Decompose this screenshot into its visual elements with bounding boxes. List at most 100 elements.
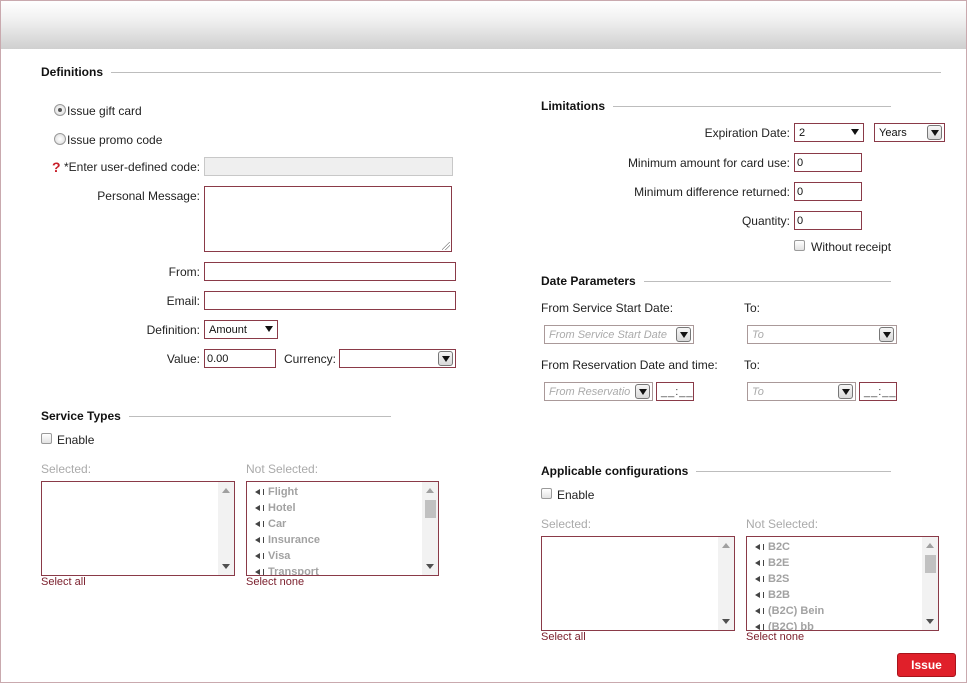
min-amount-input[interactable]: 0	[794, 153, 862, 172]
issue-promo-code-label: Issue promo code	[67, 133, 163, 147]
help-icon[interactable]: ?	[52, 159, 61, 175]
reservation-to-date-picker[interactable]: To	[747, 382, 856, 401]
applicable-configs-section-title: Applicable configurations	[541, 464, 891, 478]
quantity-input[interactable]: 0	[794, 211, 862, 230]
service-types-not-selected-label: Not Selected:	[246, 462, 319, 476]
applicable-configs-enable-checkbox[interactable]	[541, 488, 552, 499]
service-types-not-selected-list[interactable]: Flight Hotel Car Insurance Visa Transpor…	[246, 481, 439, 576]
service-types-selected-list[interactable]	[41, 481, 235, 576]
applicable-configs-title-text: Applicable configurations	[541, 464, 689, 478]
move-left-icon	[755, 624, 760, 630]
dropdown-button-icon[interactable]	[438, 351, 453, 366]
list-item[interactable]: B2B	[755, 589, 790, 601]
min-amount-label: Minimum amount for card use:	[627, 156, 790, 170]
scrollbar[interactable]	[718, 537, 734, 630]
dropdown-button-icon[interactable]	[927, 125, 942, 140]
dropdown-button-icon[interactable]	[635, 384, 650, 399]
date-parameters-title-text: Date Parameters	[541, 274, 636, 288]
service-types-select-all-link[interactable]: Select all	[41, 576, 86, 588]
scroll-down-icon[interactable]	[926, 619, 934, 624]
scrollbar[interactable]	[218, 482, 234, 575]
expiration-value-select[interactable]: 2	[794, 123, 864, 142]
service-start-placeholder: From Service Start Date	[549, 329, 667, 341]
list-item[interactable]: B2S	[755, 573, 789, 585]
email-input[interactable]	[204, 291, 456, 310]
service-start-date-picker[interactable]: From Service Start Date	[544, 325, 694, 344]
limitations-title-text: Limitations	[541, 99, 606, 113]
scroll-down-icon[interactable]	[426, 564, 434, 569]
scroll-down-icon[interactable]	[722, 619, 730, 624]
dropdown-button-icon[interactable]	[838, 384, 853, 399]
definitions-section-title: Definitions	[41, 65, 941, 79]
applicable-configs-selected-list[interactable]	[541, 536, 735, 631]
scroll-up-icon[interactable]	[722, 543, 730, 548]
currency-select[interactable]	[339, 349, 456, 368]
user-code-input[interactable]	[204, 157, 453, 176]
dropdown-button-icon[interactable]	[879, 327, 894, 342]
move-left-icon	[255, 537, 260, 543]
reservation-date-picker[interactable]: From Reservatio	[544, 382, 653, 401]
expiration-unit-select[interactable]: Years	[874, 123, 945, 142]
list-item[interactable]: (B2C) bb	[755, 621, 814, 630]
definitions-title-text: Definitions	[41, 65, 103, 79]
move-left-icon	[255, 489, 260, 495]
currency-label: Currency:	[284, 352, 337, 366]
scroll-up-icon[interactable]	[426, 488, 434, 493]
list-item[interactable]: B2E	[755, 557, 789, 569]
expiration-value: 2	[799, 127, 806, 139]
resize-grip-icon[interactable]	[442, 242, 450, 250]
move-left-icon	[755, 592, 760, 598]
list-item[interactable]: Transport	[255, 566, 319, 575]
personal-message-label: Personal Message:	[97, 189, 200, 203]
move-left-icon	[755, 576, 760, 582]
applicable-configs-select-all-link[interactable]: Select all	[541, 631, 586, 643]
expiration-date-label: Expiration Date:	[704, 126, 790, 140]
section-divider	[128, 415, 391, 417]
list-item[interactable]: Hotel	[255, 502, 296, 514]
section-divider	[643, 280, 891, 282]
issue-button[interactable]: Issue	[897, 653, 956, 677]
quantity-label: Quantity:	[741, 214, 790, 228]
service-types-enable-label: Enable	[57, 433, 95, 447]
applicable-configs-enable-label: Enable	[557, 488, 595, 502]
service-to-date-picker[interactable]: To	[747, 325, 897, 344]
dropdown-button-icon[interactable]	[676, 327, 691, 342]
service-types-enable-checkbox[interactable]	[41, 433, 52, 444]
list-item[interactable]: Flight	[255, 486, 298, 498]
service-to-placeholder: To	[752, 329, 764, 341]
service-types-select-none-link[interactable]: Select none	[246, 576, 304, 588]
issue-gift-card-radio[interactable]	[54, 104, 66, 116]
service-types-selected-label: Selected:	[41, 462, 92, 476]
value-input[interactable]: 0.00	[204, 349, 276, 368]
without-receipt-label: Without receipt	[811, 240, 892, 254]
definition-select[interactable]: Amount	[204, 320, 278, 339]
applicable-configs-not-selected-list[interactable]: B2C B2E B2S B2B (B2C) Bein (B2C) bb	[746, 536, 939, 631]
scroll-up-icon[interactable]	[222, 488, 230, 493]
expiration-unit-value: Years	[879, 127, 907, 139]
reservation-time-input[interactable]: __:__	[656, 382, 694, 401]
top-header-bar	[1, 1, 966, 49]
scrollbar[interactable]	[422, 482, 438, 575]
without-receipt-checkbox[interactable]	[794, 240, 805, 251]
scroll-up-icon[interactable]	[926, 543, 934, 548]
chevron-down-icon	[851, 129, 859, 135]
email-label: Email:	[166, 294, 200, 308]
reservation-to-time-input[interactable]: __:__	[859, 382, 897, 401]
from-input[interactable]	[204, 262, 456, 281]
min-diff-input[interactable]: 0	[794, 182, 862, 201]
issue-promo-code-radio[interactable]	[54, 133, 66, 145]
user-code-label: *Enter user-defined code:	[64, 160, 201, 174]
list-item[interactable]: Visa	[255, 550, 290, 562]
list-item[interactable]: Car	[255, 518, 286, 530]
scroll-thumb[interactable]	[925, 555, 936, 573]
scroll-down-icon[interactable]	[222, 564, 230, 569]
applicable-configs-select-none-link[interactable]: Select none	[746, 631, 804, 643]
list-item[interactable]: (B2C) Bein	[755, 605, 824, 617]
list-item[interactable]: B2C	[755, 541, 790, 553]
service-to-label: To:	[744, 301, 761, 315]
scrollbar[interactable]	[922, 537, 938, 630]
personal-message-textarea[interactable]	[204, 186, 452, 252]
section-divider	[613, 105, 891, 107]
scroll-thumb[interactable]	[425, 500, 436, 518]
list-item[interactable]: Insurance	[255, 534, 320, 546]
